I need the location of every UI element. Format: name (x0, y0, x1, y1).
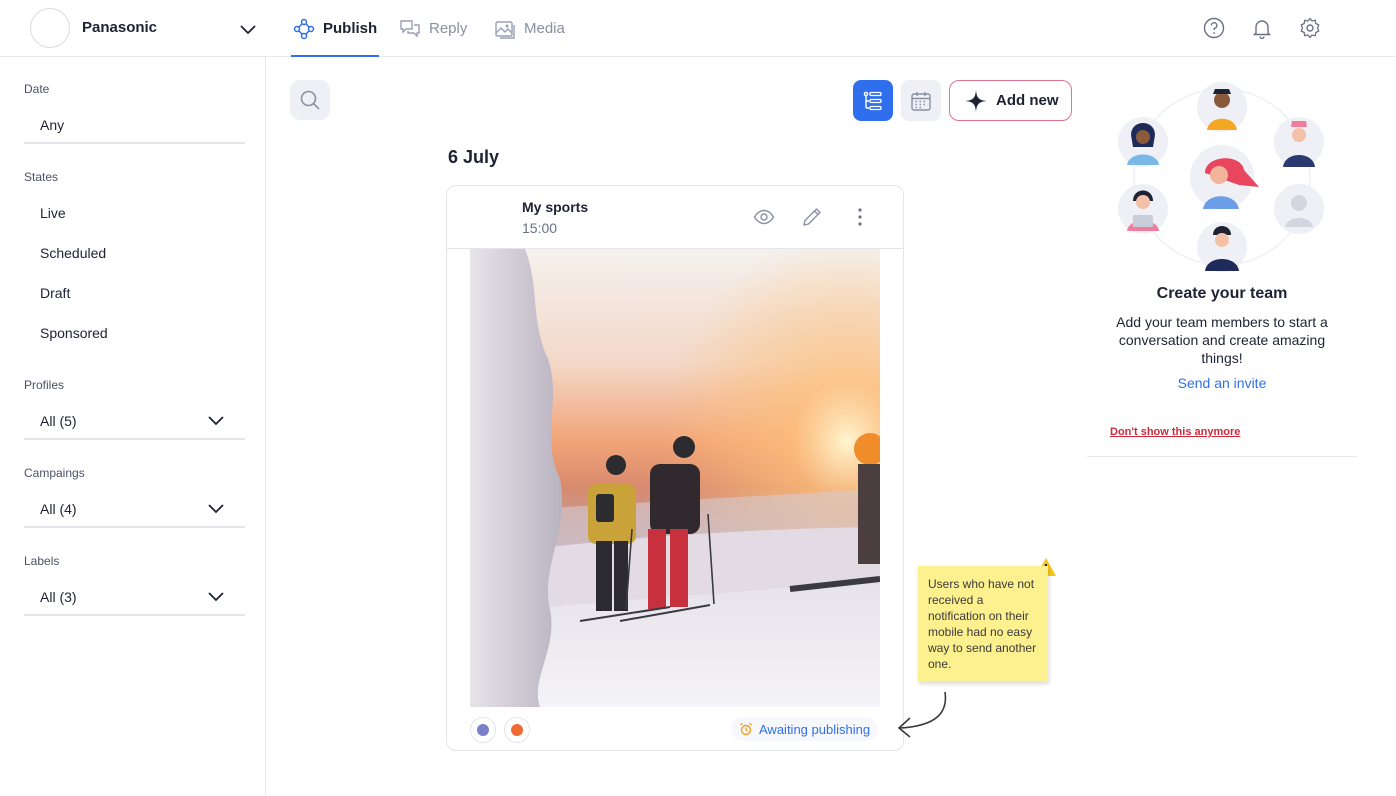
curved-arrow-icon (897, 691, 947, 738)
status-label: Awaiting publishing (759, 721, 871, 737)
state-item-scheduled[interactable]: Scheduled (40, 245, 106, 261)
date-heading: 6 July (448, 147, 500, 167)
profiles-select[interactable]: All (5) (40, 413, 77, 429)
chevron-down-icon[interactable] (206, 410, 226, 430)
add-new-button[interactable]: Add new (949, 80, 1072, 121)
tab-publish-label: Publish (323, 20, 378, 37)
dont-show-again-link[interactable]: Don't show this anymore (1110, 426, 1240, 438)
alarm-clock-icon (740, 722, 752, 736)
post-time: 15:00 (522, 220, 558, 236)
edit-pencil-icon[interactable] (801, 206, 823, 228)
date-filter-value[interactable]: Any (40, 117, 64, 133)
search-icon (300, 90, 320, 110)
filter-sidebar: Date Any States Live Scheduled Draft Spo… (0, 57, 266, 796)
bell-icon[interactable] (1251, 17, 1273, 39)
media-icon (495, 20, 515, 39)
tab-media[interactable]: Media (494, 0, 565, 57)
team-panel-description: Add your team members to start a convers… (1116, 314, 1328, 366)
campaigns-filter-label: Campaings (24, 466, 85, 480)
ski-sunset-photo (470, 249, 880, 707)
chevron-down-icon[interactable] (206, 498, 226, 518)
send-invite-link[interactable]: Send an invite (1087, 375, 1357, 391)
reply-icon (400, 19, 420, 38)
chevron-down-icon[interactable] (238, 19, 258, 39)
divider (24, 438, 245, 440)
top-bar: Panasonic Publish Reply Media (0, 0, 1396, 57)
sticky-note: Users who have not received a notificati… (918, 566, 1048, 682)
publish-icon (293, 18, 315, 39)
states-filter-label: States (24, 170, 59, 184)
chevron-down-icon[interactable] (206, 586, 226, 606)
date-filter-label: Date (24, 82, 50, 96)
account-name[interactable]: Panasonic (82, 19, 157, 36)
channel-dot (504, 717, 530, 743)
help-icon[interactable] (1203, 17, 1225, 39)
team-panel: Create your team Add your team members t… (1087, 57, 1357, 457)
sparkle-plus-icon (965, 89, 987, 112)
account-avatar[interactable] (30, 8, 70, 48)
list-view-button[interactable] (853, 80, 893, 121)
more-vertical-icon[interactable] (849, 206, 871, 228)
status-badge: Awaiting publishing (731, 717, 879, 741)
eye-icon[interactable] (753, 206, 775, 228)
post-image[interactable] (470, 249, 880, 707)
divider (24, 614, 245, 616)
labels-select[interactable]: All (3) (40, 589, 77, 605)
team-illustration (1118, 82, 1324, 272)
team-panel-title: Create your team (1156, 285, 1288, 302)
tab-publish[interactable]: Publish (290, 0, 380, 57)
state-item-sponsored[interactable]: Sponsored (40, 325, 108, 341)
settings-icon[interactable] (1299, 17, 1321, 39)
profiles-filter-label: Profiles (24, 378, 65, 392)
divider (24, 526, 245, 528)
post-title: My sports (522, 199, 589, 215)
channel-dot (470, 717, 496, 743)
post-card[interactable]: My sports 15:00 Awaiting publishing (446, 185, 904, 751)
add-new-label: Add new (996, 92, 1059, 109)
divider (24, 142, 245, 144)
state-item-live[interactable]: Live (40, 205, 66, 221)
campaigns-select[interactable]: All (4) (40, 501, 77, 517)
tab-reply[interactable]: Reply (399, 0, 467, 57)
calendar-icon (911, 91, 931, 111)
list-view-icon (863, 91, 882, 110)
labels-filter-label: Labels (24, 554, 60, 568)
calendar-view-button[interactable] (901, 80, 941, 121)
search-button[interactable] (290, 80, 330, 120)
state-item-draft[interactable]: Draft (40, 285, 70, 301)
tab-reply-label: Reply (429, 20, 468, 37)
tab-media-label: Media (524, 20, 565, 37)
